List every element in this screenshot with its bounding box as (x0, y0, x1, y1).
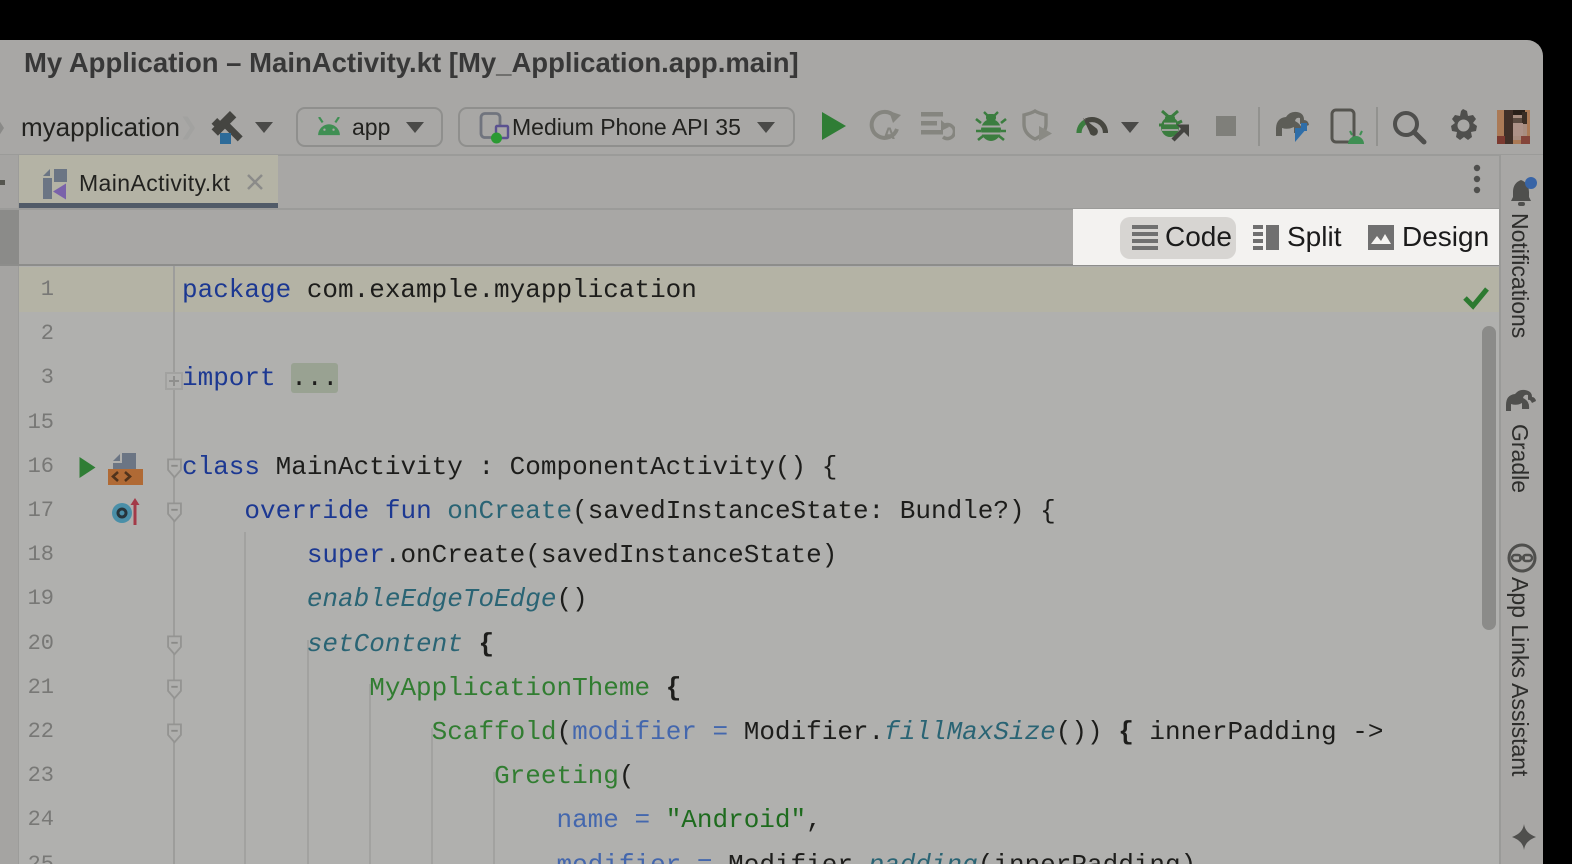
svg-text:A: A (883, 124, 895, 143)
